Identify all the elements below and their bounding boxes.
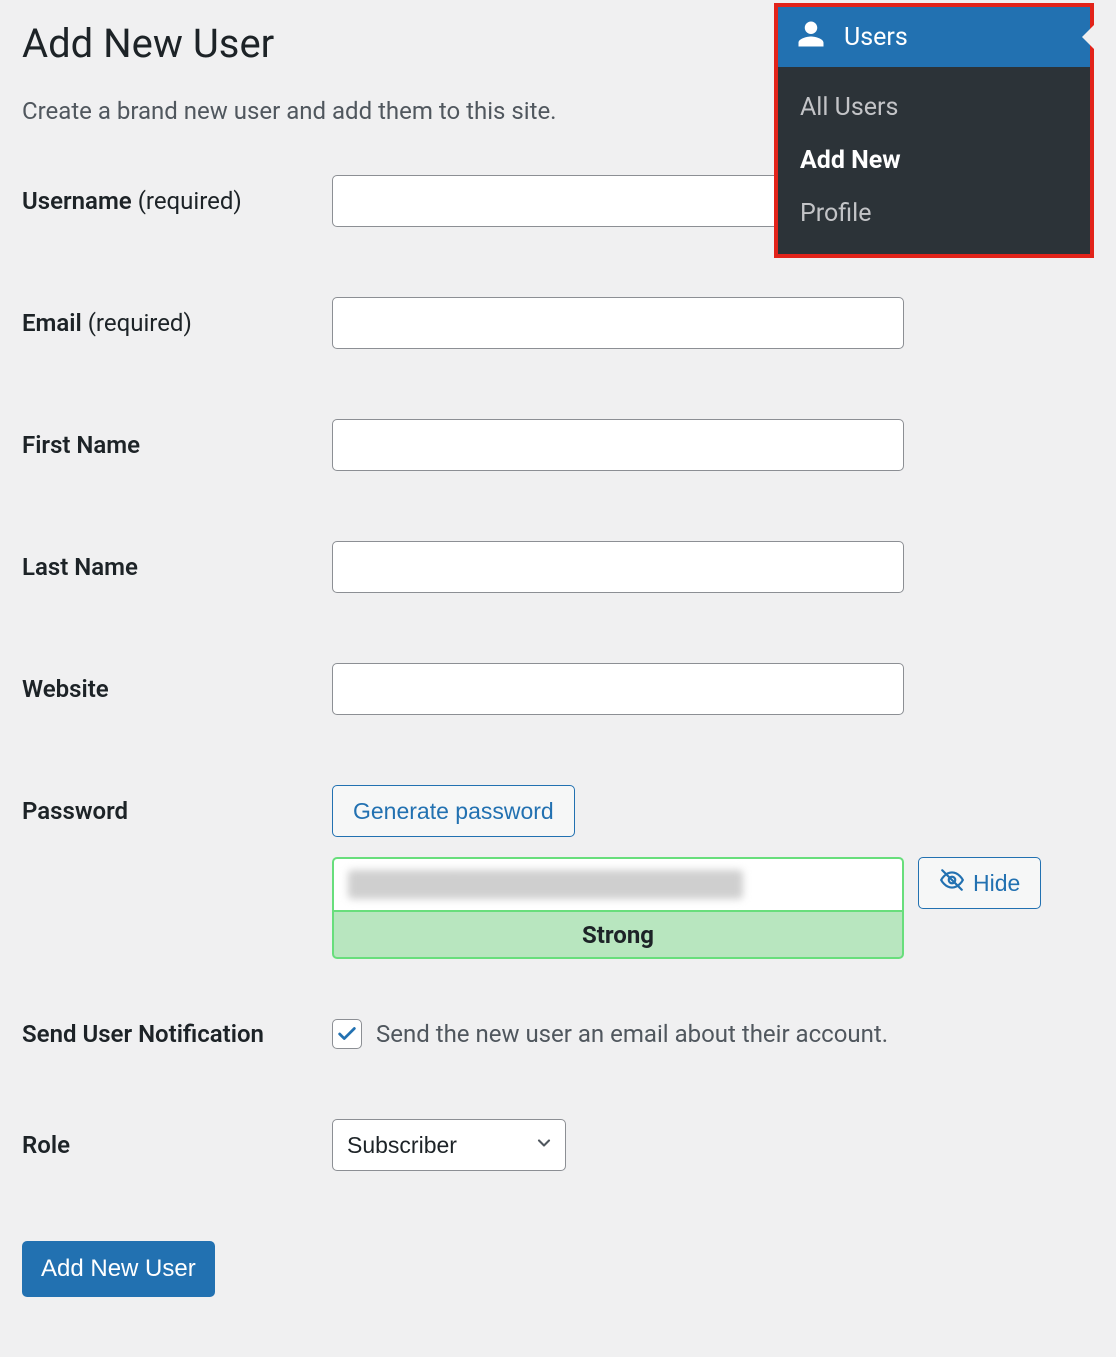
- hide-password-label: Hide: [973, 870, 1020, 897]
- users-submenu-callout: Users All Users Add New Profile: [774, 3, 1094, 258]
- role-label: Role: [22, 1131, 332, 1159]
- website-input[interactable]: [332, 663, 904, 715]
- eye-slash-icon: [939, 867, 965, 899]
- users-menu-header[interactable]: Users: [778, 7, 1090, 67]
- last-name-label: Last Name: [22, 553, 332, 581]
- submenu-item-add-new[interactable]: Add New: [778, 134, 1090, 187]
- password-masked-value: hgL J3#FW9.94Qk6Ns27JfnKkU6: [348, 870, 743, 899]
- username-required-text: (required): [138, 187, 242, 215]
- email-label-text: Email: [22, 309, 82, 337]
- check-icon: [336, 1023, 358, 1045]
- last-name-input[interactable]: [332, 541, 904, 593]
- first-name-input[interactable]: [332, 419, 904, 471]
- submenu-item-profile[interactable]: Profile: [778, 187, 1090, 240]
- password-input[interactable]: hgL J3#FW9.94Qk6Ns27JfnKkU6: [332, 857, 904, 911]
- users-icon: [796, 19, 826, 56]
- password-strength-meter: Strong: [332, 911, 904, 959]
- email-field[interactable]: [332, 297, 904, 349]
- password-label: Password: [22, 797, 332, 825]
- generate-password-button[interactable]: Generate password: [332, 785, 575, 837]
- email-label: Email (required): [22, 309, 332, 337]
- add-new-user-button[interactable]: Add New User: [22, 1241, 215, 1297]
- arrow-right-icon: [1082, 25, 1094, 49]
- submenu-item-all-users[interactable]: All Users: [778, 81, 1090, 134]
- send-notification-label: Send User Notification: [22, 1020, 332, 1048]
- first-name-label: First Name: [22, 431, 332, 459]
- username-label-text: Username: [22, 187, 132, 215]
- username-label: Username (required): [22, 187, 332, 215]
- users-menu-title: Users: [844, 23, 908, 52]
- send-notification-checkbox[interactable]: [332, 1019, 362, 1049]
- email-required-text: (required): [88, 309, 192, 337]
- hide-password-button[interactable]: Hide: [918, 857, 1041, 909]
- send-notification-description: Send the new user an email about their a…: [376, 1020, 888, 1048]
- website-label: Website: [22, 675, 332, 703]
- role-select[interactable]: Subscriber: [332, 1119, 566, 1171]
